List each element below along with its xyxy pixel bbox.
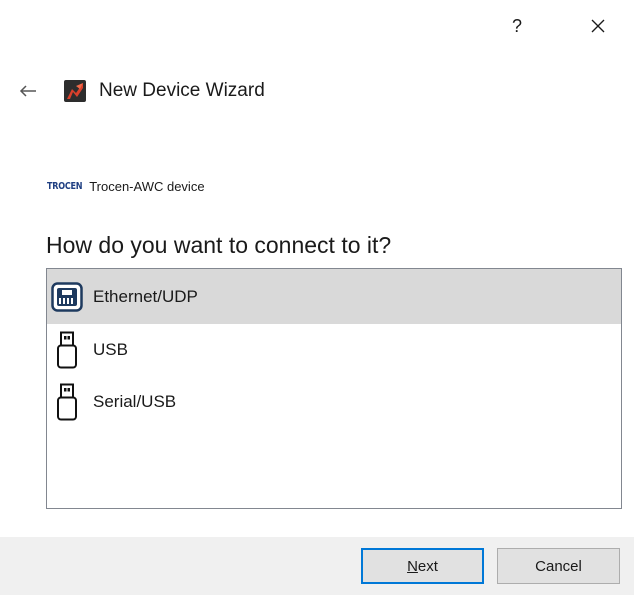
list-item-label: Ethernet/UDP <box>93 286 198 306</box>
list-item-ethernet[interactable]: Ethernet/UDP <box>47 269 621 324</box>
device-info: TROCEN Trocen-AWC device <box>47 179 205 194</box>
ethernet-port-icon <box>51 278 83 316</box>
back-button[interactable] <box>14 77 42 105</box>
wizard-footer: Next Cancel <box>0 537 634 595</box>
usb-plug-icon <box>51 383 83 421</box>
list-item-serial-usb[interactable]: Serial/USB <box>47 376 621 428</box>
list-item-label: Serial/USB <box>93 392 177 411</box>
wizard-title: New Device Wizard <box>99 80 265 101</box>
close-button[interactable] <box>578 8 618 44</box>
cancel-button[interactable]: Cancel <box>497 548 620 584</box>
list-item-usb[interactable]: USB <box>47 324 621 376</box>
cancel-label: Cancel <box>535 557 582 575</box>
help-button[interactable]: ? <box>497 8 537 44</box>
next-label: ext <box>417 557 438 575</box>
page-question: How do you want to connect to it? <box>46 232 392 258</box>
usb-plug-icon <box>51 331 83 369</box>
back-arrow-icon <box>19 85 36 97</box>
brand-logo: TROCEN <box>47 181 83 192</box>
device-name: Trocen-AWC device <box>89 179 205 194</box>
wizard-header: New Device Wizard <box>14 74 265 108</box>
next-button[interactable]: Next <box>361 548 484 584</box>
app-logo-icon <box>64 80 86 102</box>
connection-type-list[interactable]: Ethernet/UDP USB Serial/USB <box>46 268 622 509</box>
help-label: ? <box>511 15 522 36</box>
close-icon <box>591 19 605 33</box>
list-item-label: USB <box>93 340 128 359</box>
next-accelerator: N <box>407 557 418 575</box>
